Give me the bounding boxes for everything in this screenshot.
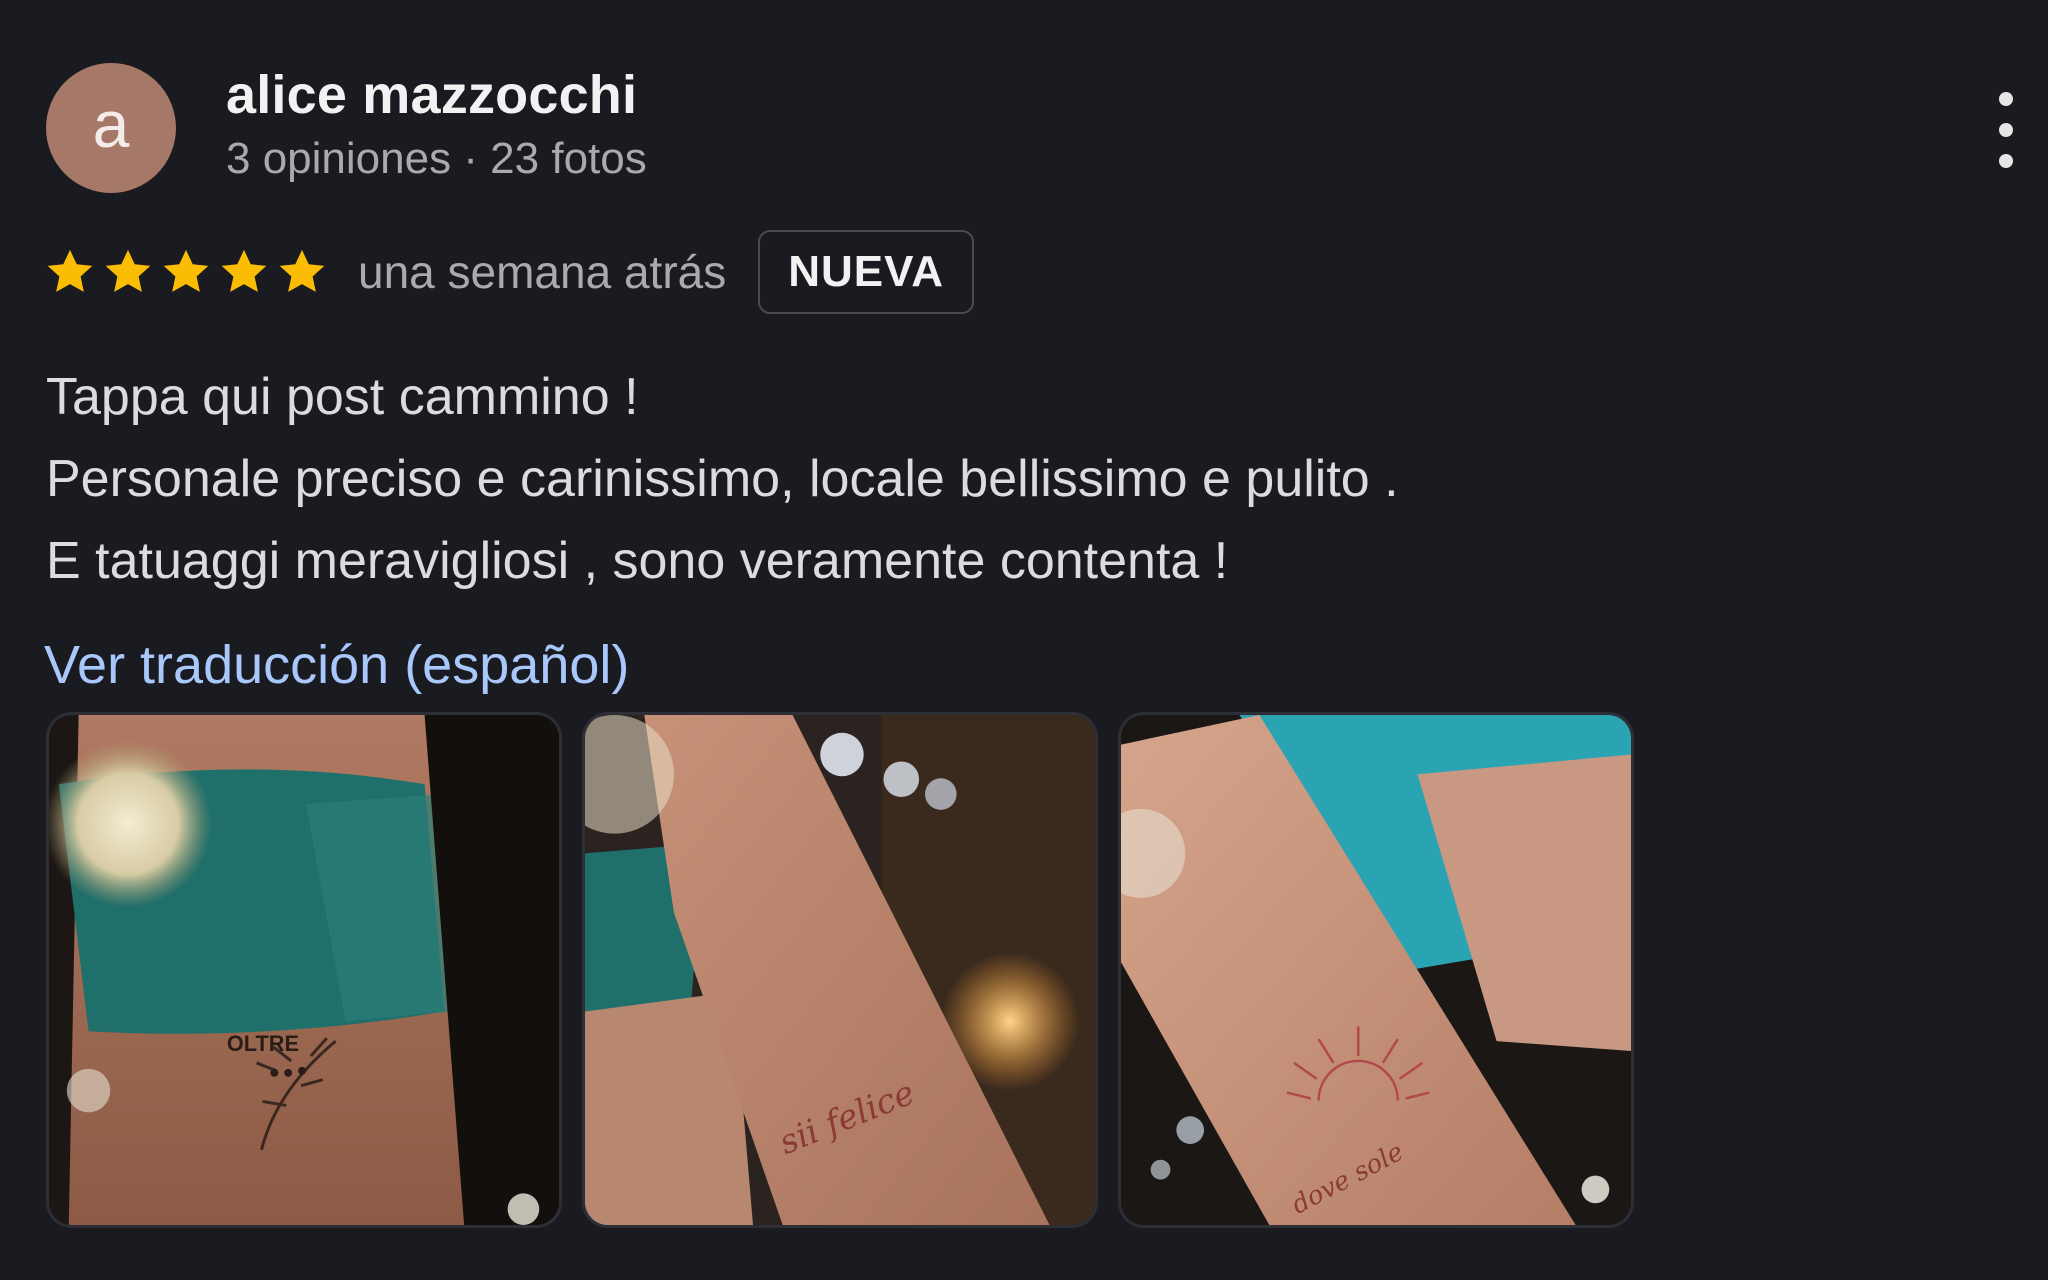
review-photo-1[interactable]: OLTRE — [46, 712, 562, 1228]
tattoo-photo-script: sii felice — [585, 715, 1095, 1225]
new-badge: NUEVA — [758, 230, 974, 314]
star-icon — [163, 249, 209, 292]
review-text-line: Tappa qui post cammino ! — [46, 368, 639, 426]
star-icon — [279, 249, 325, 292]
review-photos: OLTRE sii felice dove sole — [46, 712, 1634, 1228]
rating-row: una semana atrás NUEVA — [44, 228, 974, 316]
more-vertical-icon-dot — [1999, 123, 2013, 137]
translate-link[interactable]: Ver traducción (español) — [44, 634, 629, 696]
review-date: una semana atrás — [358, 246, 727, 298]
more-vertical-icon — [1999, 92, 2013, 106]
star-rating — [44, 246, 328, 298]
avatar[interactable]: a — [46, 63, 176, 193]
reviewer-name[interactable]: alice mazzocchi — [226, 64, 637, 126]
review-photo-3[interactable]: dove sole — [1118, 712, 1634, 1228]
tattoo-photo-leaf: OLTRE — [49, 715, 559, 1225]
more-vertical-icon-dot — [1999, 154, 2013, 168]
review-text: Tappa qui post cammino ! Personale preci… — [46, 356, 1399, 602]
review-text-line: Personale preciso e carinissimo, locale … — [46, 450, 1399, 508]
tattoo-photo-sun: dove sole — [1121, 715, 1631, 1225]
review-card: a alice mazzocchi 3 opiniones · 23 fotos… — [0, 0, 2048, 1280]
star-icon — [221, 249, 267, 292]
more-options-button[interactable] — [1986, 92, 2026, 168]
review-text-line: E tatuaggi meravigliosi , sono veramente… — [46, 532, 1229, 590]
star-icon — [105, 249, 151, 292]
reviewer-meta: 3 opiniones · 23 fotos — [226, 134, 647, 183]
review-photo-2[interactable]: sii felice — [582, 712, 1098, 1228]
svg-text:OLTRE: OLTRE — [227, 1031, 299, 1056]
star-icon — [47, 249, 93, 292]
